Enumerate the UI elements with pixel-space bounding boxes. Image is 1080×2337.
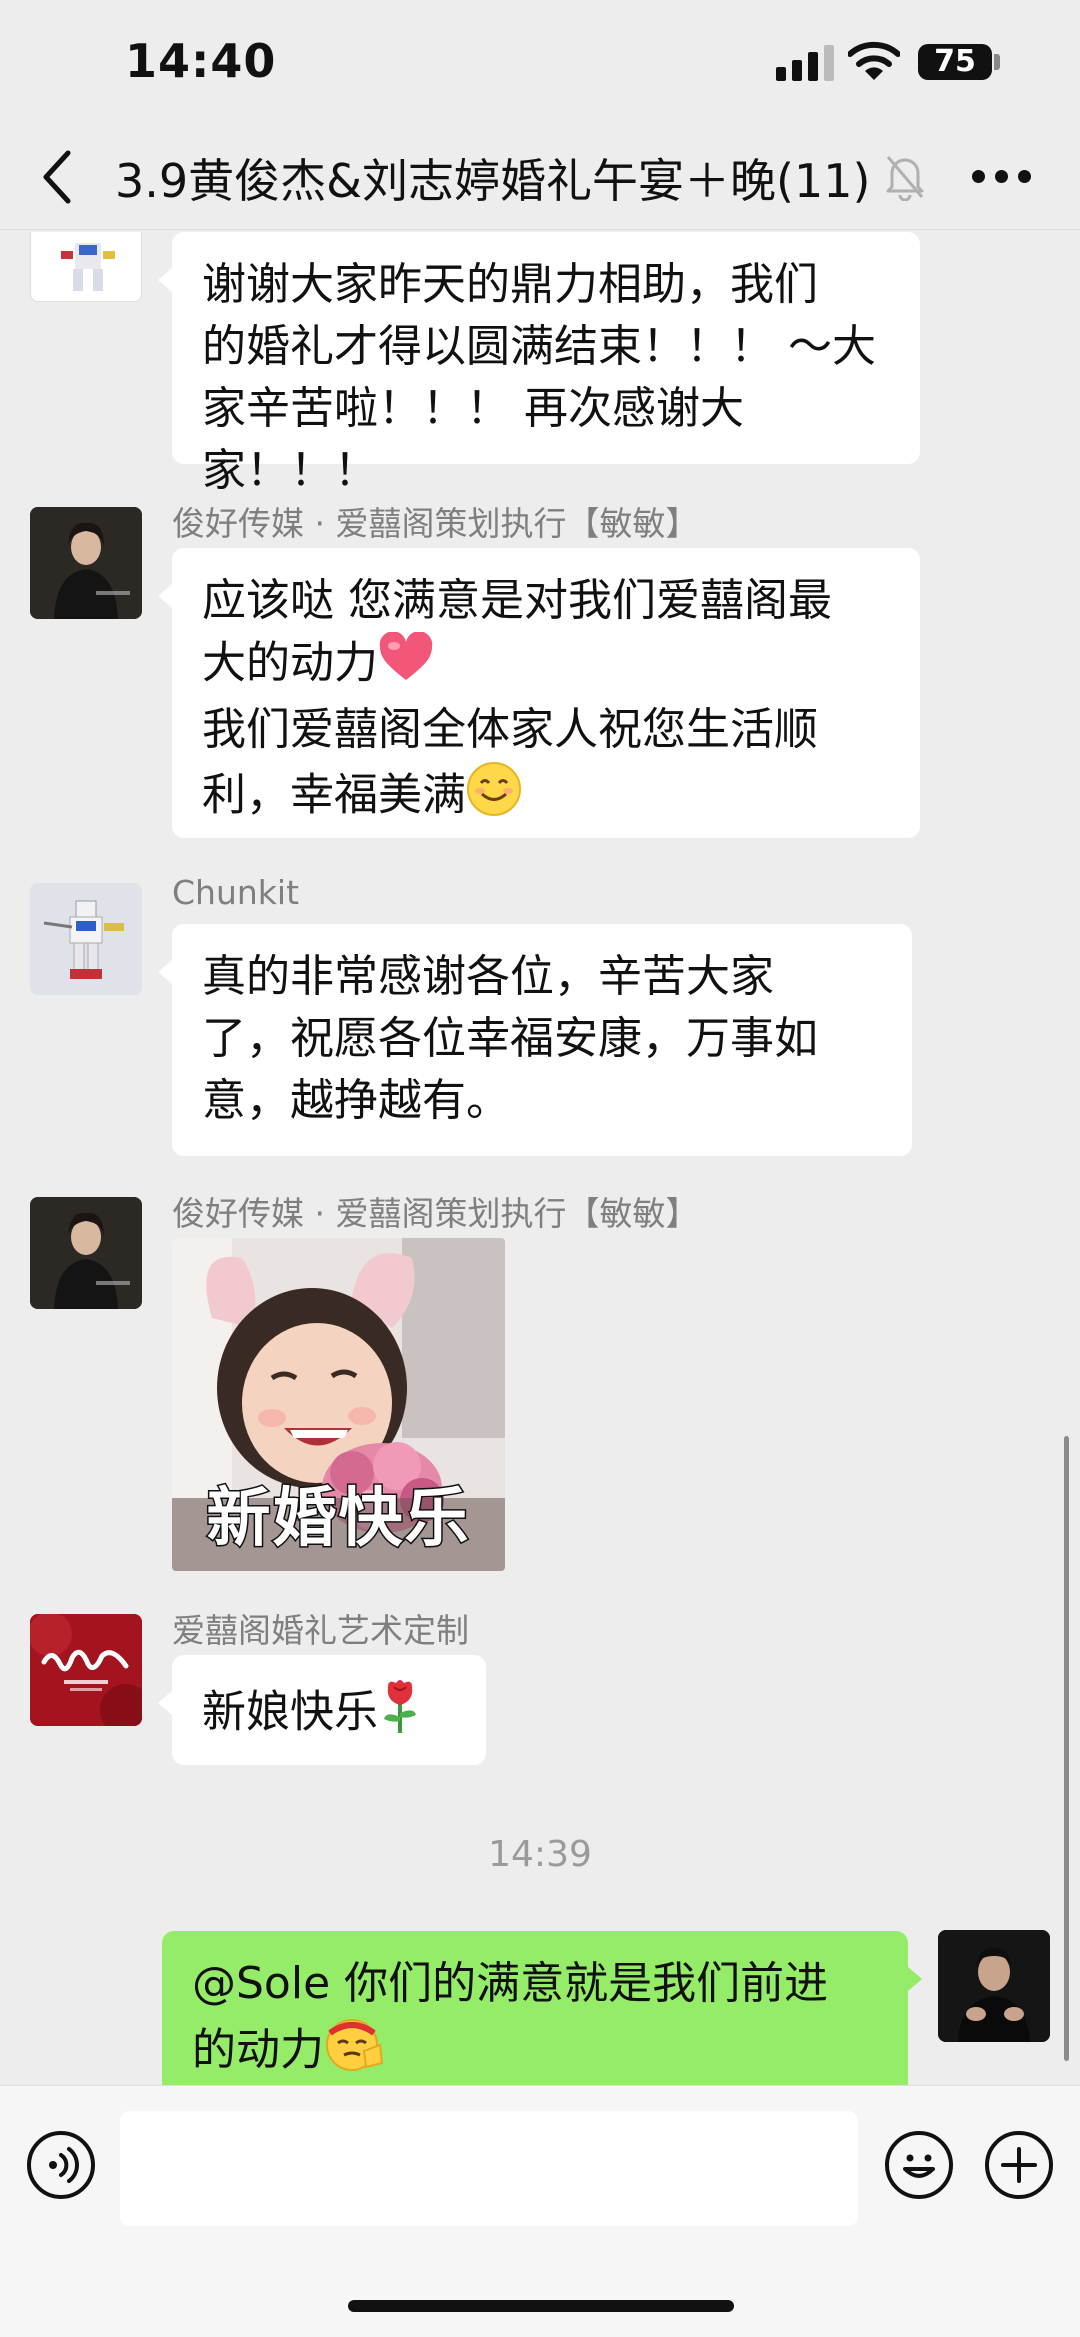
message-line: 的婚礼才得以圆满结束！！！ ～大 — [202, 321, 876, 372]
message-line: @Sole 你们的满意就是我们前进 — [192, 1958, 829, 2009]
status-time: 14:40 — [125, 34, 277, 88]
battery-tip — [994, 54, 1000, 70]
emoji-icon[interactable] — [885, 2131, 953, 2199]
plus-icon[interactable] — [985, 2131, 1053, 2199]
chevron-left-icon[interactable] — [36, 147, 80, 207]
member-count: (11) — [776, 154, 871, 208]
avatar[interactable] — [30, 1614, 142, 1726]
chat-title-text: 3.9黄俊杰&刘志婷婚礼午宴＋晚 — [115, 154, 777, 208]
message-line: 家辛苦啦！！！ 再次感谢大家！！！ — [202, 383, 744, 496]
message-line-text: 大的动力 — [202, 637, 378, 689]
bell-slash-icon — [886, 156, 924, 201]
my-avatar[interactable] — [938, 1930, 1050, 2042]
brand-logo-icon — [30, 1614, 142, 1726]
person-avatar-icon — [30, 507, 142, 619]
message-line: 的动力 — [192, 2015, 878, 2090]
message-line: 利，幸福美满 — [202, 761, 890, 834]
message-line: 大的动力 — [202, 631, 890, 699]
sticker-image[interactable]: 新婚快乐 — [172, 1238, 505, 1571]
message-line: 我们爱囍阁全体家人祝您生活顺 — [202, 704, 818, 755]
avatar[interactable] — [30, 883, 142, 995]
chat-header: 3.9黄俊杰&刘志婷婚礼午宴＋晚(11) — [0, 125, 1080, 230]
rose-emoji-icon — [378, 1677, 422, 1752]
message-line: 意，越挣越有。 — [202, 1075, 510, 1126]
message-line: 了，祝愿各位幸福安康，万事如 — [202, 1013, 818, 1064]
person-avatar-icon — [30, 1197, 142, 1309]
status-bar: 14:40 75 — [0, 0, 1080, 125]
scrollbar[interactable] — [1064, 1436, 1069, 2061]
more-dots-icon[interactable] — [972, 170, 1032, 184]
message-line-text: 的动力 — [192, 2024, 324, 2076]
sender-name: 俊好传媒 · 爱囍阁策划执行【敏敏】 — [172, 504, 699, 543]
my-message-bubble[interactable]: @Sole 你们的满意就是我们前进 的动力 — [162, 1931, 922, 2085]
message-line: 谢谢大家昨天的鼎力相助，我们 — [202, 259, 818, 310]
smile-emoji-icon — [466, 761, 522, 834]
message-bubble[interactable]: 真的非常感谢各位，辛苦大家 了，祝愿各位幸福安康，万事如 意，越挣越有。 — [158, 924, 912, 1156]
avatar[interactable] — [30, 507, 142, 619]
robot-figure-icon — [30, 883, 142, 995]
sender-name: 俊好传媒 · 爱囍阁策划执行【敏敏】 — [172, 1194, 699, 1233]
message-text: 新娘快乐 — [202, 1686, 378, 1738]
avatar[interactable] — [30, 1197, 142, 1309]
battery-icon: 75 — [918, 44, 992, 80]
sender-name: 爱囍阁婚礼艺术定制 — [172, 1611, 469, 1650]
cellular-signal-icon — [776, 45, 834, 81]
message-line-text: 利，幸福美满 — [202, 769, 466, 821]
home-indicator[interactable] — [348, 2300, 734, 2312]
message-bubble[interactable]: 谢谢大家昨天的鼎力相助，我们 的婚礼才得以圆满结束！！！ ～大 家辛苦啦！！！ … — [158, 232, 920, 496]
salute-emoji-icon — [324, 2015, 384, 2090]
message-line: 真的非常感谢各位，辛苦大家 — [202, 951, 774, 1002]
time-divider: 14:39 — [488, 1834, 592, 1875]
message-input[interactable] — [120, 2111, 858, 2226]
message-bubble[interactable]: 新娘快乐 — [158, 1655, 486, 1765]
person-avatar-icon — [938, 1930, 1050, 2042]
message-bubble[interactable]: 应该哒 您满意是对我们爱囍阁最 大的动力 我们爱囍阁全体家人祝您生活顺 利，幸福… — [158, 548, 920, 838]
sticker-caption: 新婚快乐 — [205, 1481, 471, 1558]
voice-icon[interactable] — [27, 2131, 95, 2199]
sender-name: Chunkit — [172, 873, 300, 912]
heart-emoji-icon — [378, 631, 434, 699]
wifi-icon — [848, 41, 900, 80]
chat-title[interactable]: 3.9黄俊杰&刘志婷婚礼午宴＋晚(11) — [115, 145, 885, 211]
message-line: 应该哒 您满意是对我们爱囍阁最 — [202, 575, 832, 626]
